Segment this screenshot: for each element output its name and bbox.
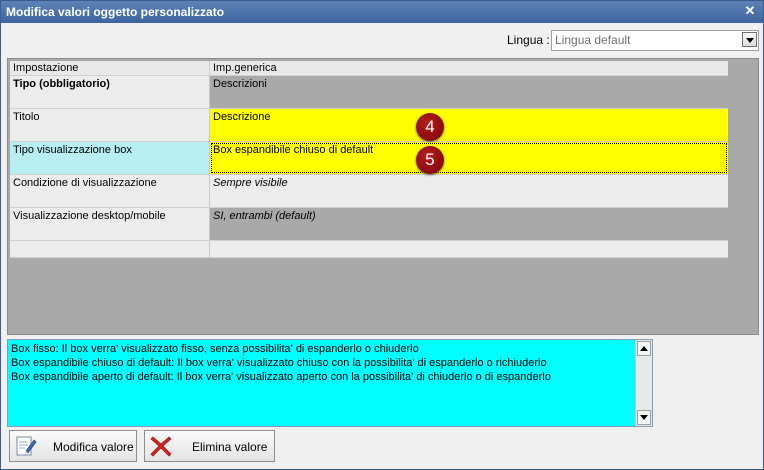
scroll-down-icon[interactable]	[637, 410, 651, 425]
setting-cell: Visualizzazione desktop/mobile	[10, 208, 210, 240]
setting-cell: Titolo	[10, 109, 210, 141]
table-row[interactable]: Condizione di visualizzazione Sempre vis…	[10, 175, 728, 208]
setting-cell	[10, 241, 210, 257]
description-textarea[interactable]: Box fisso: Il box verra' visualizzato fi…	[7, 339, 653, 427]
grid-header: Impostazione Imp.generica	[10, 61, 728, 76]
table-row[interactable]: Tipo (obbligatorio) Descrizioni	[10, 76, 728, 109]
description-line: Box espandibile aperto di default: Il bo…	[11, 371, 551, 383]
delete-value-button[interactable]: Elimina valore	[144, 430, 275, 462]
table-row[interactable]: Visualizzazione desktop/mobile SI, entra…	[10, 208, 728, 241]
table-row[interactable]	[10, 241, 728, 258]
title-bar[interactable]: Modifica valori oggetto personalizzato ✕	[1, 1, 763, 23]
setting-cell: Tipo (obbligatorio)	[10, 76, 210, 108]
language-select[interactable]: Lingua default	[551, 30, 759, 51]
step-marker-4: 4	[416, 113, 444, 141]
scroll-up-icon[interactable]	[637, 341, 651, 356]
language-label: Lingua :	[507, 33, 550, 47]
settings-grid-area: Impostazione Imp.generica Tipo (obbligat…	[7, 58, 759, 335]
description-line: Box espandibile chiuso di default: Il bo…	[11, 357, 547, 369]
table-row[interactable]: Titolo Descrizione	[10, 109, 728, 142]
delete-value-label: Elimina valore	[192, 440, 268, 454]
delete-x-icon	[150, 436, 172, 457]
dialog-window: Modifica valori oggetto personalizzato ✕…	[0, 0, 764, 470]
edit-value-label: Modifica valore	[53, 440, 134, 454]
column-header-value[interactable]: Imp.generica	[210, 61, 728, 75]
edit-value-button[interactable]: Modifica valore	[9, 430, 137, 462]
edit-document-icon	[16, 436, 37, 456]
value-cell[interactable]: Descrizioni	[210, 76, 728, 108]
value-cell[interactable]: Sempre visibile	[210, 175, 728, 207]
description-line: Box fisso: Il box verra' visualizzato fi…	[11, 343, 419, 355]
window-title: Modifica valori oggetto personalizzato	[6, 5, 225, 19]
value-cell[interactable]: Descrizione	[210, 109, 728, 141]
setting-cell: Condizione di visualizzazione	[10, 175, 210, 207]
column-header-setting[interactable]: Impostazione	[10, 61, 210, 75]
description-scrollbar[interactable]	[635, 340, 652, 426]
close-icon[interactable]: ✕	[743, 4, 757, 18]
chevron-down-icon[interactable]	[742, 32, 757, 47]
value-cell[interactable]	[210, 241, 728, 257]
value-cell[interactable]: SI, entrambi (default)	[210, 208, 728, 240]
setting-cell: Tipo visualizzazione box	[10, 142, 210, 174]
step-marker-5: 5	[416, 146, 444, 174]
value-cell[interactable]: Box espandibile chiuso di default	[210, 142, 728, 174]
table-row[interactable]: Tipo visualizzazione box Box espandibile…	[10, 142, 728, 175]
language-value: Lingua default	[555, 33, 631, 47]
